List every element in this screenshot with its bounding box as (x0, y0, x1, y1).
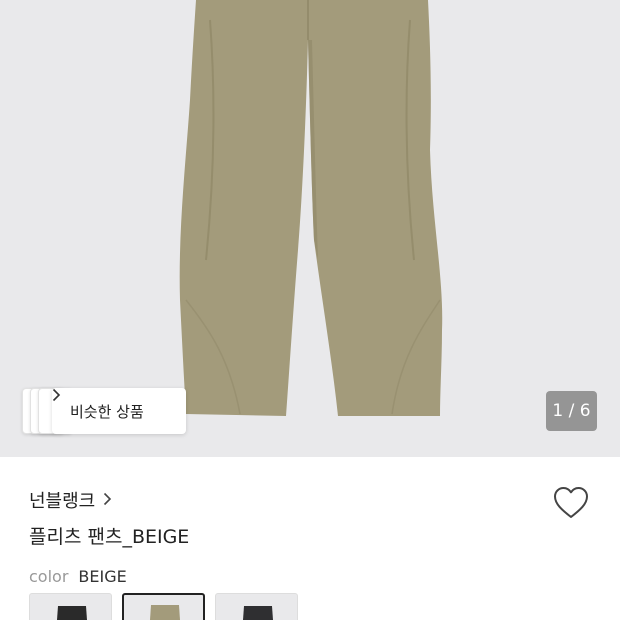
product-info: 넌블랭크 플리츠 팬츠_BEIGE color BEIGE (0, 457, 620, 620)
color-row: color BEIGE (29, 567, 127, 586)
image-counter: 1 / 6 (546, 391, 597, 431)
similar-products-label: 비슷한 상품 (70, 402, 144, 421)
product-image-gallery[interactable]: 비슷한 상품 1 / 6 (0, 0, 620, 457)
color-swatches (29, 593, 298, 620)
swatch-charcoal[interactable] (215, 593, 298, 620)
color-value: BEIGE (78, 567, 127, 586)
color-label: color (29, 567, 69, 586)
chevron-right-icon (103, 491, 112, 510)
swatch-beige[interactable] (122, 593, 205, 620)
brand-link[interactable]: 넌블랭크 (29, 487, 112, 513)
heart-outline-icon[interactable] (552, 485, 590, 521)
brand-name: 넌블랭크 (29, 491, 96, 512)
similar-products-button[interactable]: 비슷한 상품 (52, 388, 186, 434)
product-title: 플리츠 팬츠_BEIGE (29, 526, 190, 548)
swatch-black[interactable] (29, 593, 112, 620)
